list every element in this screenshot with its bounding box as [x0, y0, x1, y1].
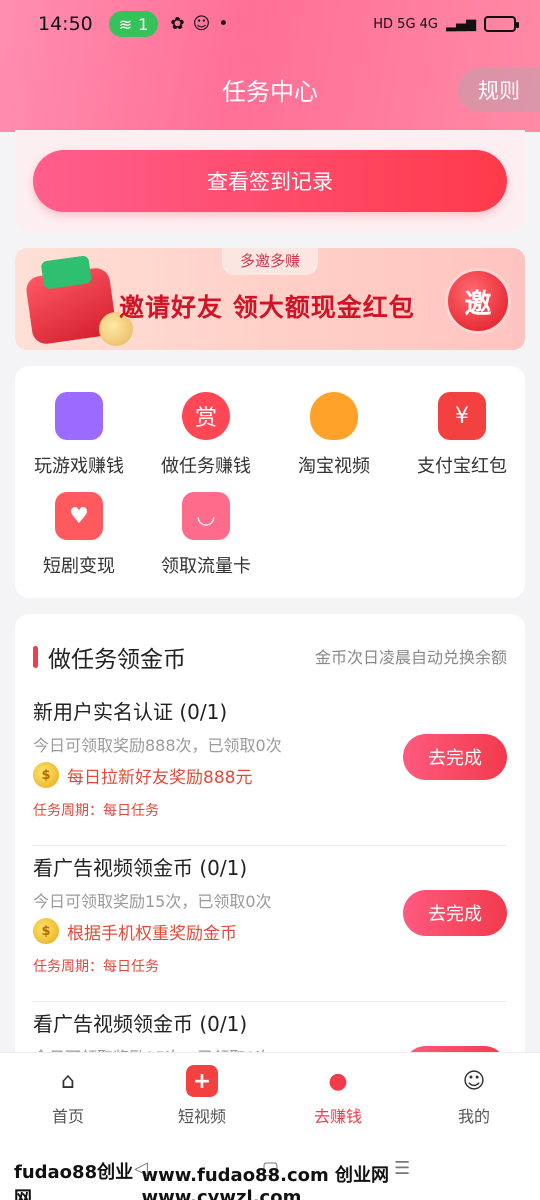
- task-quota: 今日可领取奖励888次，已领取0次: [33, 736, 282, 755]
- quick-actions-card: 玩游戏赚钱赏做任务赚钱 淘宝视频 ¥ 支付宝红包 ♥ 短剧变现 ◡ 领取流量卡: [15, 366, 525, 598]
- quick-action-2[interactable]: 赏做任务赚钱: [142, 392, 270, 478]
- gold-coin-icon: $: [33, 762, 59, 788]
- tab-label: 首页: [51, 1107, 84, 1126]
- task-reward: $ 每日拉新好友奖励888元: [33, 762, 252, 788]
- wifi-indicator: ≋ 1: [108, 11, 159, 37]
- banner-headline: 邀请好友 领大额现金红包: [119, 293, 415, 322]
- status-right-group: HD 5G 4G ▂▄▆: [373, 16, 519, 32]
- gold-coin-icon: $: [33, 918, 59, 944]
- wechat-icon: ✿: [170, 14, 185, 34]
- money-bag-icon: ●: [328, 1068, 348, 1094]
- task-name: 看广告视频领金币 (0/1): [33, 1012, 248, 1036]
- store-icon: ◡: [182, 492, 230, 540]
- rules-button[interactable]: 规则: [458, 68, 540, 112]
- complete-task-button[interactable]: 去完成: [403, 734, 507, 780]
- invite-banner[interactable]: 多邀多赚 邀请好友 领大额现金红包 邀: [15, 248, 525, 350]
- home-icon: ⌂: [61, 1068, 75, 1094]
- menu-icon[interactable]: ☰: [394, 1158, 410, 1179]
- dot-icon: •: [218, 14, 229, 34]
- task-reward-text: 每日拉新好友奖励888元: [67, 767, 253, 788]
- signin-card: 查看签到记录: [15, 130, 525, 232]
- system-nav-bar: ◁ ▢ ☰: [0, 1142, 540, 1200]
- tab-bar: ⌂ 首页 + 短视频 ● 去赚钱 ☺ 我的: [0, 1052, 540, 1142]
- task-reward-text: 根据手机权重奖励金币: [67, 923, 237, 944]
- short-video-icon: +: [186, 1065, 218, 1097]
- tasks-card: 做任务领金币 金币次日凌晨自动兑换余额 新用户实名认证 (0/1) 今日可领取奖励…: [15, 614, 525, 1074]
- tab-1[interactable]: ⌂ 首页: [18, 1065, 118, 1127]
- status-bar: 14:50 ≋ 1 ✿ ☺ • HD 5G 4G ▂▄▆: [0, 0, 540, 48]
- wifi-count: 1: [138, 14, 149, 34]
- quick-action-label: 支付宝红包: [417, 456, 507, 477]
- network-label: HD 5G 4G: [373, 16, 438, 32]
- gamepad-icon: [55, 392, 103, 440]
- tab-4[interactable]: ☺ 我的: [424, 1065, 524, 1127]
- quick-action-5[interactable]: ♥ 短剧变现: [15, 492, 143, 578]
- quick-action-4[interactable]: ¥ 支付宝红包: [398, 392, 526, 478]
- view-signin-records-button[interactable]: 查看签到记录: [33, 150, 507, 212]
- tasks-header: 做任务领金币: [33, 640, 186, 674]
- tab-label: 短视频: [177, 1107, 226, 1126]
- back-icon[interactable]: ◁: [134, 1158, 148, 1179]
- task-name: 新用户实名认证 (0/1): [33, 700, 228, 724]
- battery-icon: [484, 16, 519, 32]
- task-quota: 今日可领取奖励15次，已领取0次: [33, 892, 272, 911]
- signal-icon: ▂▄▆: [446, 16, 476, 32]
- quick-action-label: 淘宝视频: [298, 456, 370, 477]
- quick-action-label: 做任务赚钱: [161, 456, 251, 477]
- task-period: 任务周期：每日任务: [33, 959, 159, 975]
- invite-badge[interactable]: 邀: [445, 268, 511, 334]
- quick-action-1[interactable]: 玩游戏赚钱: [15, 392, 143, 478]
- status-time: 14:50: [38, 13, 93, 35]
- tasks-note: 金币次日凌晨自动兑换余额: [314, 648, 507, 667]
- tasks-title: 做任务领金币: [48, 647, 186, 673]
- wifi-icon: ≋: [118, 14, 133, 34]
- complete-task-button[interactable]: 去完成: [403, 890, 507, 936]
- red-envelope-icon: ¥: [438, 392, 486, 440]
- task-period: 任务周期：每日任务: [33, 803, 159, 819]
- task-name: 看广告视频领金币 (0/1): [33, 856, 248, 880]
- quick-action-label: 玩游戏赚钱: [34, 456, 124, 477]
- quick-action-label: 领取流量卡: [161, 556, 251, 577]
- quick-action-label: 短剧变现: [43, 556, 115, 577]
- quick-action-6[interactable]: ◡ 领取流量卡: [142, 492, 270, 578]
- reward-icon: 赏: [182, 392, 230, 440]
- message-icon: ☺: [192, 14, 211, 34]
- tab-3[interactable]: ● 去赚钱: [288, 1065, 388, 1127]
- task-item: 新用户实名认证 (0/1) 今日可领取奖励888次，已领取0次 $ 每日拉新好友奖励8…: [33, 696, 507, 846]
- taobao-video-icon: [310, 392, 358, 440]
- banner-tag: 多邀多赚: [221, 248, 319, 275]
- section-accent-bar: [33, 646, 38, 668]
- house-heart-icon: ♥: [55, 492, 103, 540]
- profile-icon: ☺: [462, 1068, 486, 1094]
- task-item: 看广告视频领金币 (0/1) 今日可领取奖励15次，已领取0次 $ 根据手机权重奖励金…: [33, 852, 507, 1002]
- quick-action-3[interactable]: 淘宝视频: [270, 392, 398, 478]
- tab-2[interactable]: + 短视频: [152, 1065, 252, 1127]
- task-reward: $ 根据手机权重奖励金币: [33, 918, 237, 944]
- home-nav-icon[interactable]: ▢: [262, 1158, 279, 1179]
- tab-label: 去赚钱: [313, 1107, 362, 1126]
- tab-label: 我的: [457, 1107, 490, 1126]
